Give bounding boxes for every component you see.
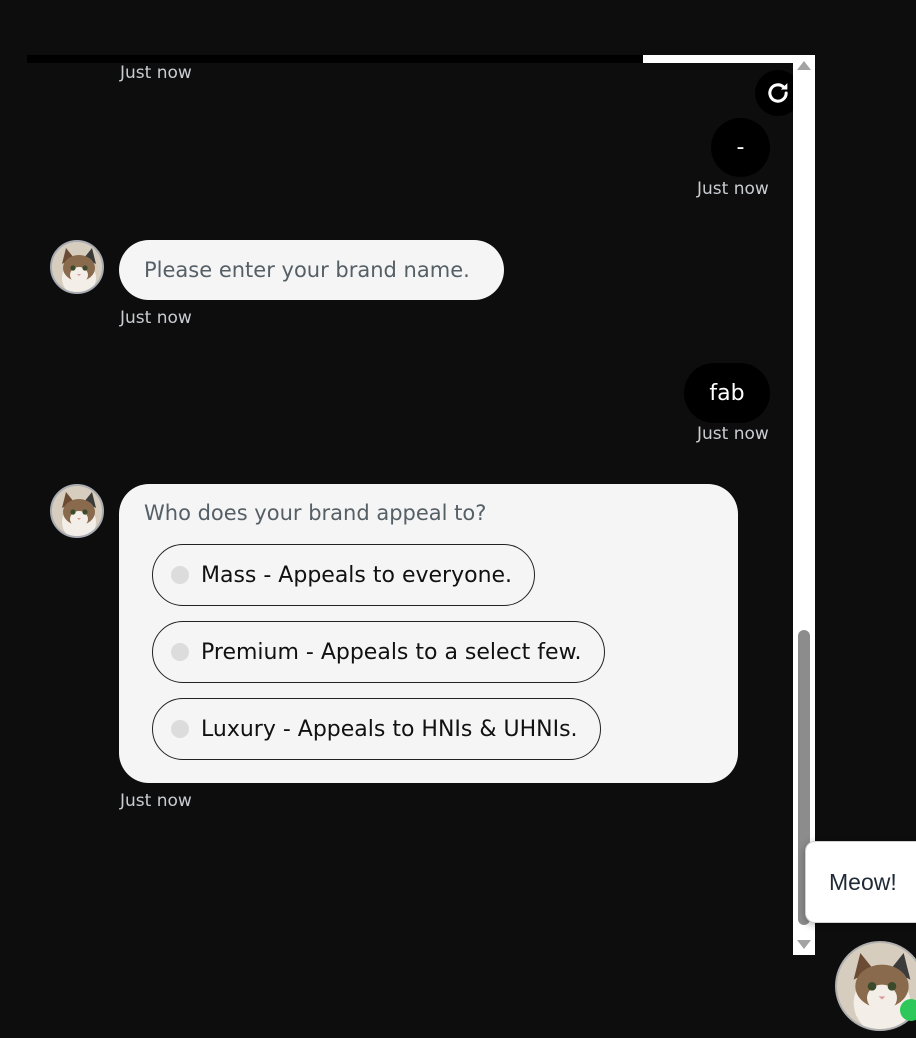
option-label: Luxury - Appeals to HNIs & UHNIs. xyxy=(201,716,578,742)
radio-icon xyxy=(171,643,189,661)
chat-scrollbar[interactable] xyxy=(793,55,815,955)
cat-avatar xyxy=(52,242,102,292)
message-timestamp: Just now xyxy=(120,63,192,83)
option-mass[interactable]: Mass - Appeals to everyone. xyxy=(152,544,536,606)
user-message-bubble: - xyxy=(711,118,770,177)
online-status-indicator xyxy=(900,999,916,1021)
radio-icon xyxy=(171,566,189,584)
bot-avatar xyxy=(50,240,104,294)
chat-header-bar-end xyxy=(643,55,793,63)
message-timestamp: Just now xyxy=(120,308,192,328)
bot-message-bubble: Please enter your brand name. xyxy=(119,240,504,300)
message-timestamp: Just now xyxy=(697,179,769,199)
user-message-text: fab xyxy=(709,380,745,406)
chat-header-bar xyxy=(27,55,643,63)
widget-greeting-text: Meow! xyxy=(829,868,897,895)
cat-avatar xyxy=(52,486,102,536)
user-message-text: - xyxy=(736,135,745,160)
message-timestamp: Just now xyxy=(120,791,192,811)
user-message-bubble: fab xyxy=(684,363,770,423)
option-label: Premium - Appeals to a select few. xyxy=(201,639,582,665)
option-luxury[interactable]: Luxury - Appeals to HNIs & UHNIs. xyxy=(152,698,601,760)
refresh-icon xyxy=(768,83,788,103)
bot-message-text: Please enter your brand name. xyxy=(144,258,470,282)
option-premium[interactable]: Premium - Appeals to a select few. xyxy=(152,621,605,683)
bot-question-text: Who does your brand appeal to? xyxy=(144,501,487,525)
scroll-up-arrow[interactable] xyxy=(797,61,811,70)
scroll-down-arrow[interactable] xyxy=(797,940,811,949)
bot-question-card: Who does your brand appeal to? Mass - Ap… xyxy=(119,484,738,783)
radio-icon xyxy=(171,720,189,738)
bot-avatar xyxy=(50,484,104,538)
option-label: Mass - Appeals to everyone. xyxy=(201,562,513,588)
widget-greeting-bubble[interactable]: Meow! xyxy=(805,841,916,923)
message-timestamp: Just now xyxy=(697,424,769,444)
